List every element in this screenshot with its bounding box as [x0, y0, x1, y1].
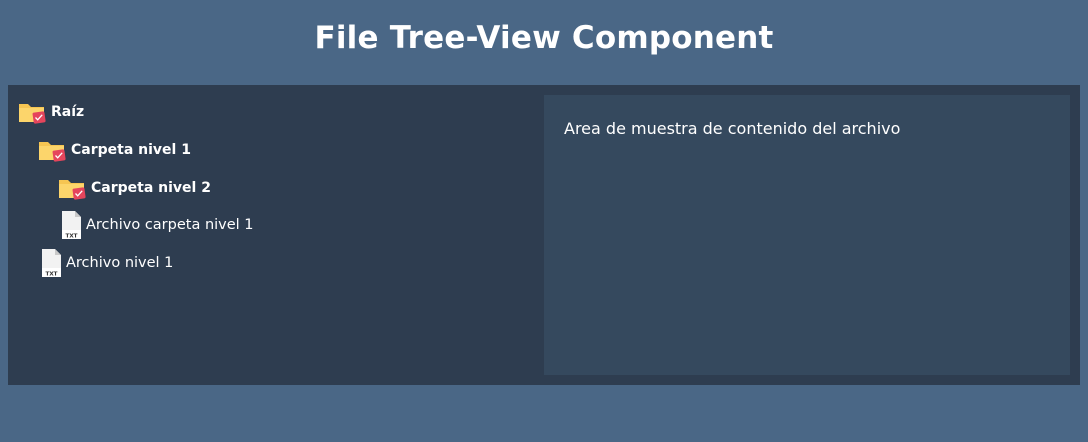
file-content-area: Area de muestra de contenido del archivo — [544, 95, 1070, 375]
tree-item-label: Archivo carpeta nivel 1 — [86, 217, 254, 233]
content-placeholder: Area de muestra de contenido del archivo — [564, 119, 901, 138]
tree-folder-carpeta-nivel-1[interactable]: Carpeta nivel 1 — [38, 135, 191, 165]
file-type-badge: TXT — [46, 271, 58, 277]
tree-item-label: Raíz — [51, 104, 85, 120]
txt-file-icon: TXT — [41, 248, 63, 278]
txt-file-icon: TXT — [61, 210, 83, 240]
folder-icon — [38, 137, 68, 163]
tree-file-archivo-carpeta-nivel-1[interactable]: TXT Archivo carpeta nivel 1 — [61, 210, 254, 240]
tree-folder-carpeta-nivel-2[interactable]: Carpeta nivel 2 — [58, 173, 211, 203]
tree-file-archivo-nivel-1[interactable]: TXT Archivo nivel 1 — [41, 248, 173, 278]
tree-item-label: Carpeta nivel 1 — [71, 142, 191, 158]
tree-folder-raiz[interactable]: Raíz — [18, 97, 84, 127]
tree-view-panel: Raíz Carpeta nivel 1 Carpeta nivel 2 TXT… — [8, 85, 1080, 385]
page-title: File Tree-View Component — [314, 20, 774, 56]
folder-icon — [18, 99, 48, 125]
tree-item-label: Archivo nivel 1 — [66, 255, 174, 271]
file-type-badge: TXT — [66, 233, 78, 239]
tree-item-label: Carpeta nivel 2 — [91, 180, 211, 196]
folder-icon — [58, 175, 88, 201]
file-tree: Raíz Carpeta nivel 1 Carpeta nivel 2 TXT… — [8, 85, 538, 385]
